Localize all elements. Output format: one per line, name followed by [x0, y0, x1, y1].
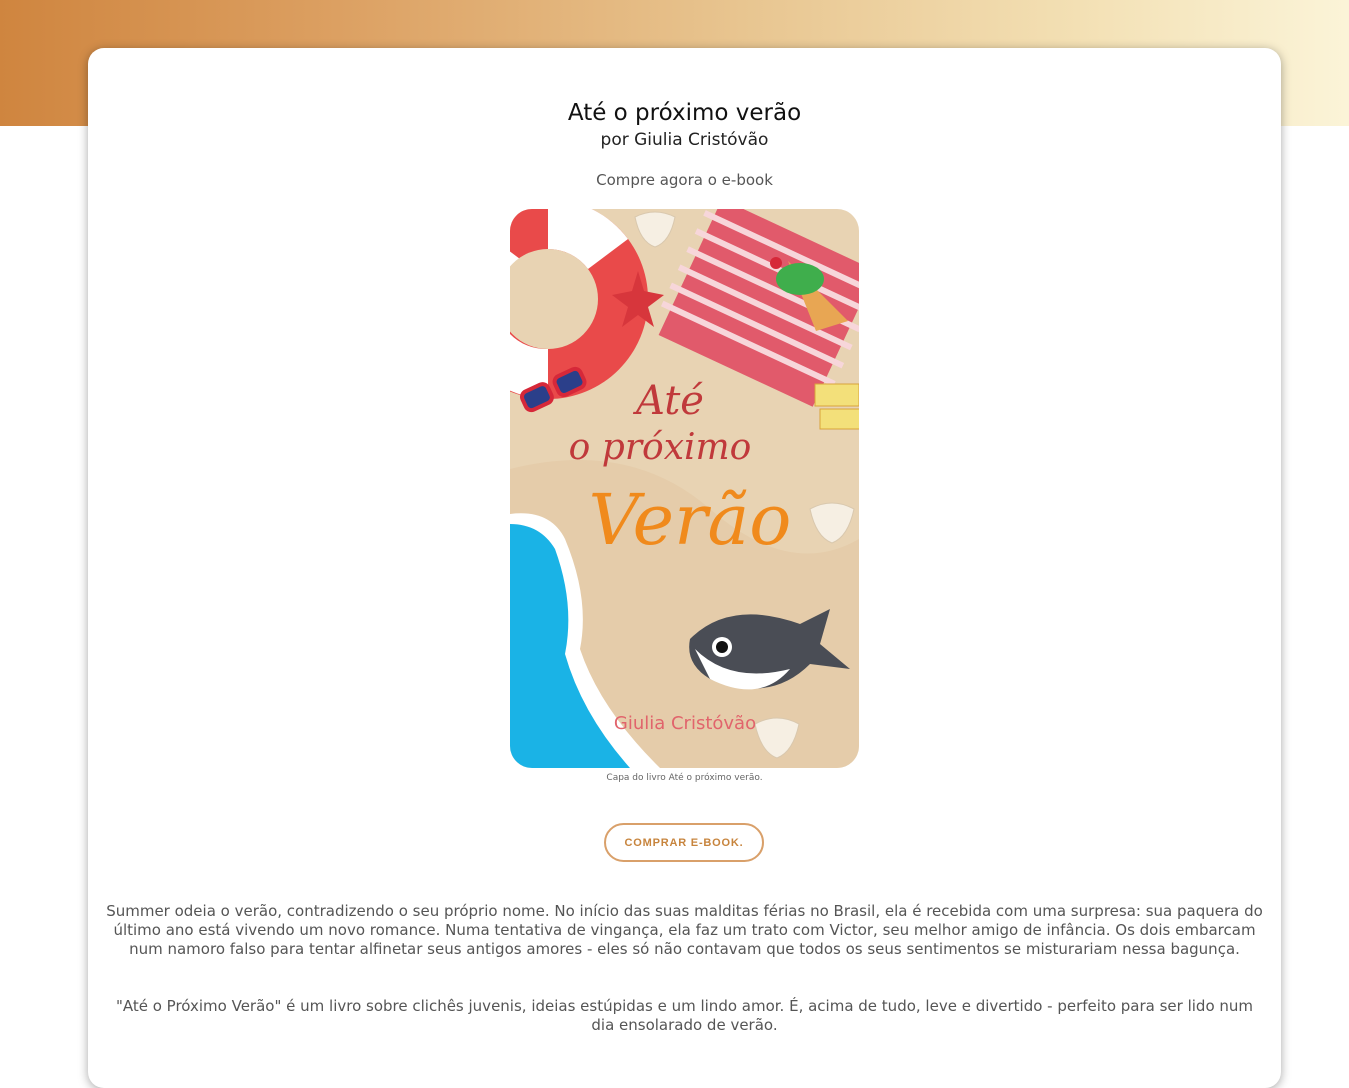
- buy-subtitle: Compre agora o e-book: [596, 171, 773, 189]
- cover-title-mid: o próximo: [569, 427, 752, 468]
- page-title: Até o próximo verão: [567, 100, 802, 126]
- buy-ebook-button[interactable]: COMPRAR E-BOOK.: [604, 823, 764, 862]
- cover-title-big: Verão: [589, 479, 792, 561]
- book-cover-image: Até o próximo Verão Giulia Cristóvão: [510, 209, 859, 768]
- cover-author: Giulia Cristóvão: [614, 713, 756, 734]
- cover-title-top: Até: [632, 378, 704, 424]
- author-line: por Giulia Cristóvão: [600, 130, 769, 150]
- description-paragraph-1: Summer odeia o verão, contradizendo o se…: [106, 902, 1263, 958]
- content-card: Até o próximo verão por Giulia Cristóvão…: [88, 48, 1281, 1088]
- description-paragraph-2: "Até o Próximo Verão" é um livro sobre c…: [115, 997, 1254, 1034]
- cover-caption: Capa do livro Até o próximo verão.: [606, 773, 763, 783]
